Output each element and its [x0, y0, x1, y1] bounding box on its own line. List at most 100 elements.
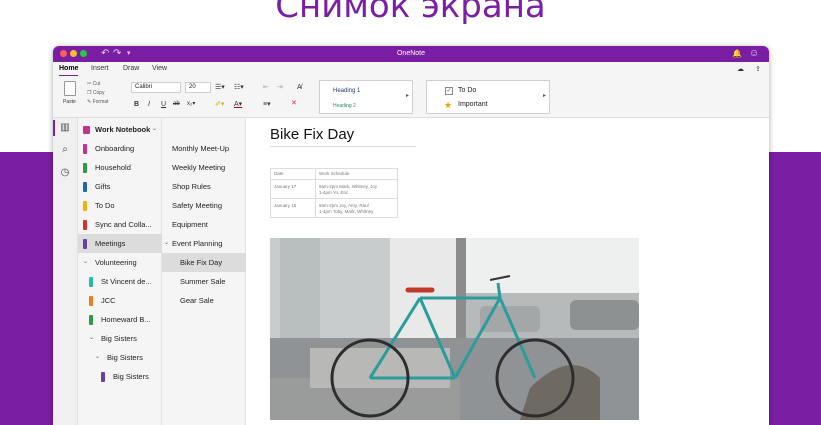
- page-canvas[interactable]: Bike Fix Day Date Work Schedule January …: [246, 118, 769, 425]
- ribbon-tabs: Home Insert Draw View ☁ ⇪: [53, 62, 769, 77]
- todo-checkbox-icon: ✓: [445, 87, 453, 95]
- section-color-tab: [89, 296, 93, 306]
- bold-icon[interactable]: B: [134, 100, 139, 109]
- section-group[interactable]: ⌄ Volunteering: [78, 253, 162, 272]
- navigation-rail: ▥ ⌕ ◷: [53, 118, 78, 425]
- clipboard-icon: [64, 81, 76, 96]
- bullets-icon[interactable]: ☰▾: [215, 83, 225, 92]
- table-row: January 15 9am-2pm Joy, Amy, Raul 1-4pm …: [270, 198, 398, 218]
- page-item[interactable]: Equipment: [162, 215, 246, 234]
- styles-expand-icon[interactable]: ▸: [406, 92, 409, 99]
- share-icon[interactable]: ⇪: [755, 65, 761, 74]
- page-item[interactable]: Shop Rules: [162, 177, 246, 196]
- section-item[interactable]: Sync and Colla...: [78, 215, 162, 234]
- page-item[interactable]: Bike Fix Day: [162, 253, 246, 272]
- cut-button[interactable]: ✂ Cut: [87, 81, 100, 87]
- section-item[interactable]: Meetings: [78, 234, 162, 253]
- page-item[interactable]: Weekly Meeting: [162, 158, 246, 177]
- tag-important[interactable]: Important: [458, 101, 488, 108]
- section-label: Sync and Colla...: [95, 220, 152, 229]
- sync-icon[interactable]: ☁: [737, 65, 744, 74]
- style-heading-2[interactable]: Heading 2: [333, 103, 356, 109]
- section-item[interactable]: Gifts: [78, 177, 162, 196]
- page-item[interactable]: Gear Sale: [162, 291, 246, 310]
- section-color-tab: [89, 277, 93, 287]
- page-label: Monthly Meet-Up: [172, 144, 230, 153]
- table-cell-text: January 15: [274, 203, 297, 208]
- italic-icon[interactable]: I: [148, 100, 150, 109]
- notebook-header[interactable]: Work Notebook ⌄: [78, 120, 162, 139]
- page-item[interactable]: ⌄ Event Planning: [162, 234, 246, 253]
- section-group[interactable]: ⌄ Big Sisters: [78, 329, 162, 348]
- ribbon: Paste ✂ Cut ❐ Copy ✎ Format Calibri 20 ☰…: [53, 76, 769, 118]
- star-icon: ★: [444, 100, 453, 110]
- numbering-icon[interactable]: ☷▾: [234, 83, 244, 92]
- section-label: To Do: [95, 201, 115, 210]
- page-title[interactable]: Bike Fix Day: [270, 126, 354, 143]
- font-size-select[interactable]: 20: [185, 82, 211, 93]
- title-divider: [270, 146, 416, 147]
- rail-active-indicator: [53, 120, 55, 136]
- clear-format-icon[interactable]: A̸: [297, 83, 302, 92]
- font-name-select[interactable]: Calibri: [131, 82, 181, 93]
- chevron-down-icon: ⌄: [83, 259, 89, 265]
- tab-insert[interactable]: Insert: [91, 65, 109, 72]
- cut-label: Cut: [92, 81, 101, 87]
- table-cell-text: 1-4pm Yo, Eric: [319, 190, 349, 195]
- title-bar: ↶ ↷ ▾ OneNote 🔔 ☺: [53, 46, 769, 62]
- section-group[interactable]: ⌄ Big Sisters: [78, 348, 162, 367]
- section-color-tab: [83, 182, 87, 192]
- tab-draw[interactable]: Draw: [123, 65, 139, 72]
- section-item[interactable]: St Vincent de...: [78, 272, 162, 291]
- page-label: Safety Meeting: [172, 201, 223, 210]
- tag-to-do[interactable]: To Do: [458, 87, 476, 94]
- section-item[interactable]: Onboarding: [78, 139, 162, 158]
- format-painter-button[interactable]: ✎ Format: [87, 99, 108, 105]
- notebooks-icon[interactable]: ▥: [58, 122, 72, 133]
- styles-gallery[interactable]: Heading 1 Heading 2 ▸: [319, 80, 413, 114]
- tags-gallery[interactable]: ✓ To Do ★ Important ▸: [426, 80, 550, 114]
- tab-view[interactable]: View: [152, 65, 167, 72]
- smiley-icon[interactable]: ☺: [749, 47, 759, 61]
- align-icon[interactable]: ≡▾: [263, 100, 271, 109]
- indent-icon[interactable]: ⇥: [277, 83, 283, 92]
- page-item[interactable]: Safety Meeting: [162, 196, 246, 215]
- section-item[interactable]: Homeward B...: [78, 310, 162, 329]
- section-label: Homeward B...: [101, 315, 151, 324]
- style-heading-1[interactable]: Heading 1: [333, 88, 360, 94]
- section-item[interactable]: JCC: [78, 291, 162, 310]
- highlight-icon[interactable]: ✐▾: [215, 100, 224, 109]
- page-item[interactable]: Monthly Meet-Up: [162, 139, 246, 158]
- page-item[interactable]: Summer Sale: [162, 272, 246, 291]
- section-item[interactable]: Household: [78, 158, 162, 177]
- table-cell: January 17: [270, 179, 316, 199]
- delete-icon[interactable]: ✕: [291, 99, 297, 108]
- font-name-value: Calibri: [135, 84, 153, 90]
- section-item[interactable]: To Do: [78, 196, 162, 215]
- tab-home[interactable]: Home: [59, 65, 79, 77]
- headline: Снимок экрана: [275, 0, 546, 26]
- page-label: Event Planning: [172, 239, 223, 248]
- copy-button[interactable]: ❐ Copy: [87, 90, 105, 96]
- search-icon[interactable]: ⌕: [58, 144, 72, 155]
- recent-icon[interactable]: ◷: [58, 167, 72, 178]
- bicycle-photo[interactable]: [270, 238, 639, 420]
- underline-icon[interactable]: U: [161, 100, 166, 109]
- section-color-tab: [89, 315, 93, 325]
- schedule-table[interactable]: Date Work Schedule January 17 9am-2pm Ma…: [270, 168, 398, 218]
- chevron-down-icon: ⌄: [152, 126, 158, 132]
- paste-button[interactable]: Paste: [61, 79, 81, 107]
- window-title: OneNote: [396, 50, 426, 57]
- tags-expand-icon[interactable]: ▸: [543, 92, 546, 99]
- section-label: Big Sisters: [113, 372, 149, 381]
- outdent-icon[interactable]: ⇤: [263, 83, 269, 92]
- strikethrough-icon[interactable]: ab: [173, 100, 180, 109]
- section-label: Onboarding: [95, 144, 135, 153]
- page-label: Bike Fix Day: [180, 258, 223, 267]
- subscript-icon[interactable]: x₂▾: [187, 100, 195, 109]
- section-item[interactable]: Big Sisters: [78, 367, 162, 386]
- section-color-tab: [83, 163, 87, 173]
- font-color-icon[interactable]: A▾: [234, 100, 242, 109]
- section-label: JCC: [101, 296, 116, 305]
- bell-icon[interactable]: 🔔: [732, 47, 742, 61]
